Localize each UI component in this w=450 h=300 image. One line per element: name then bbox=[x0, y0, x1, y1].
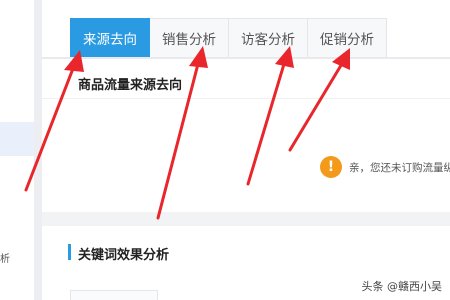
arrowhead-2 bbox=[189, 46, 208, 68]
arrow-2 bbox=[156, 62, 200, 220]
annotation-arrows bbox=[24, 46, 350, 220]
arrowhead-1 bbox=[64, 50, 84, 72]
arrow-4 bbox=[288, 60, 345, 152]
arrow-3 bbox=[246, 62, 286, 186]
arrow-1 bbox=[24, 64, 76, 192]
arrowhead-3 bbox=[275, 46, 294, 68]
